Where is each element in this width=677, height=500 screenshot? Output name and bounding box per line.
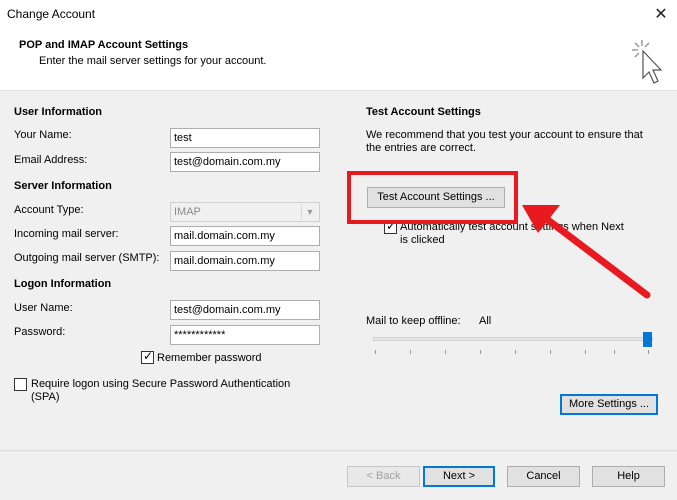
back-button[interactable]: < Back	[347, 466, 420, 487]
footer-divider	[0, 450, 677, 451]
slider-tick	[585, 350, 586, 354]
offline-slider-thumb[interactable]	[643, 332, 652, 347]
close-icon[interactable]: ✕	[646, 2, 676, 28]
slider-tick	[614, 350, 615, 354]
slider-tick	[515, 350, 516, 354]
slider-tick	[410, 350, 411, 354]
username-field[interactable]: test@domain.com.my	[170, 300, 320, 320]
outgoing-server-field[interactable]: mail.domain.com.my	[170, 251, 320, 271]
slider-tick	[445, 350, 446, 354]
spa-label: Require logon using Secure Password Auth…	[31, 378, 291, 390]
test-settings-heading: Test Account Settings	[366, 106, 481, 118]
help-button[interactable]: Help	[592, 466, 665, 487]
slider-tick	[550, 350, 551, 354]
annotation-arrow-icon	[522, 205, 651, 299]
email-label: Email Address:	[14, 154, 88, 166]
dialog-header: POP and IMAP Account Settings Enter the …	[0, 30, 677, 91]
annotation-highlight-box	[347, 171, 518, 224]
incoming-server-field[interactable]: mail.domain.com.my	[170, 226, 320, 246]
email-field[interactable]: test@domain.com.my	[170, 152, 320, 172]
test-settings-desc: We recommend that you test your account …	[366, 129, 643, 141]
slider-tick	[648, 350, 649, 354]
slider-tick	[375, 350, 376, 354]
offline-slider-track[interactable]	[373, 337, 653, 341]
spa-label-line2: (SPA)	[31, 391, 60, 403]
password-label: Password:	[14, 326, 66, 338]
account-type-select: IMAP ▼	[170, 202, 320, 222]
username-label: User Name:	[14, 302, 73, 314]
your-name-label: Your Name:	[14, 129, 72, 141]
more-settings-button[interactable]: More Settings ...	[560, 394, 658, 415]
slider-tick	[480, 350, 481, 354]
user-info-heading: User Information	[14, 106, 103, 118]
remember-password-checkbox[interactable]: ✓	[141, 349, 154, 364]
next-button[interactable]: Next >	[423, 466, 495, 487]
offline-label: Mail to keep offline:	[366, 315, 461, 327]
test-settings-desc-line2: the entries are correct.	[366, 142, 477, 154]
header-title: POP and IMAP Account Settings	[19, 39, 189, 51]
cursor-click-icon	[632, 40, 663, 84]
check-icon: ✓	[143, 349, 154, 363]
chevron-down-icon: ▼	[301, 204, 318, 220]
title-bar: Change Account ✕	[0, 0, 677, 30]
header-subtitle: Enter the mail server settings for your …	[39, 55, 267, 67]
offline-value: All	[479, 315, 492, 327]
incoming-server-label: Incoming mail server:	[14, 228, 119, 240]
server-info-heading: Server Information	[14, 180, 112, 192]
spa-checkbox[interactable]	[14, 378, 27, 391]
account-type-label: Account Type:	[14, 204, 84, 216]
window-title: Change Account	[7, 7, 96, 21]
cancel-button[interactable]: Cancel	[507, 466, 580, 487]
logon-info-heading: Logon Information	[14, 278, 112, 290]
auto-test-label-line2: is clicked	[400, 234, 445, 246]
your-name-field[interactable]: test	[170, 128, 320, 148]
password-field[interactable]: ************	[170, 325, 320, 345]
outgoing-server-label: Outgoing mail server (SMTP):	[14, 252, 160, 264]
account-type-value: IMAP	[174, 206, 201, 218]
remember-password-label: Remember password	[157, 352, 262, 364]
